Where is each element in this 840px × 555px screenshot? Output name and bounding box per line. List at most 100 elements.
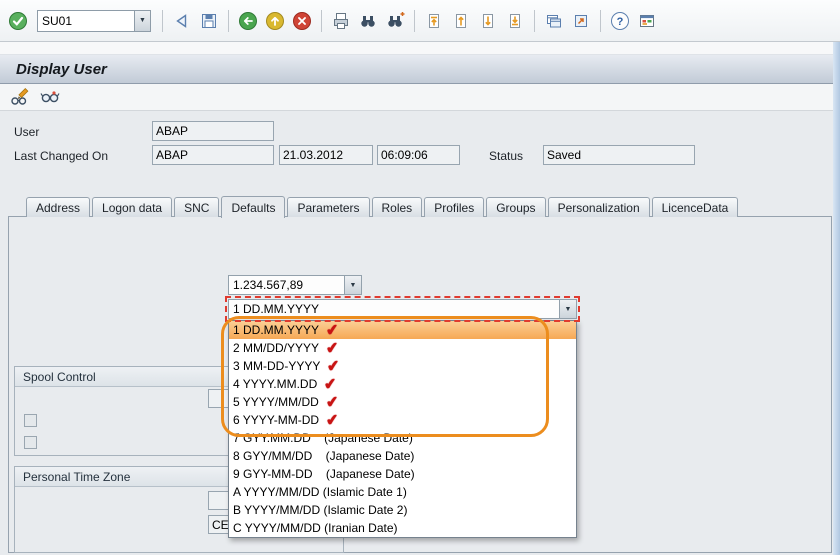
customize-layout-icon (637, 11, 657, 31)
date-format-value: 1 DD.MM.YYYY (228, 299, 559, 319)
svg-text:?: ? (617, 16, 624, 28)
find-next-button[interactable] (383, 9, 407, 33)
enter-icon (8, 11, 28, 31)
toolbar-separator (414, 10, 415, 32)
option-text: 4 YYYY.MM.DD (233, 377, 317, 391)
back-button[interactable] (236, 9, 260, 33)
help-button[interactable]: ? (608, 9, 632, 33)
date-format-combo[interactable]: 1 DD.MM.YYYY ▼ (228, 299, 577, 319)
tab-snc[interactable]: SNC (174, 197, 219, 217)
last-page-icon (505, 11, 525, 31)
toolbar-separator (321, 10, 322, 32)
page-title: Display User (16, 61, 107, 78)
command-input[interactable] (38, 11, 134, 31)
decimal-notation-combo[interactable]: 1.234.567,89 ▼ (228, 275, 362, 295)
date-format-option-3[interactable]: 3 MM-DD-YYYY✔ (229, 357, 576, 375)
print-icon (331, 11, 351, 31)
toolbar-separator (162, 10, 163, 32)
option-text: B YYYY/MM/DD (Islamic Date 2) (233, 503, 407, 517)
tab-groups[interactable]: Groups (486, 197, 545, 217)
window-gap (0, 42, 840, 54)
first-page-icon (424, 11, 444, 31)
previous-page-button[interactable] (449, 9, 473, 33)
display-change-icon (9, 87, 31, 107)
date-format-option-c[interactable]: C YYYY/MM/DD (Iranian Date) (229, 519, 576, 537)
tab-profiles[interactable]: Profiles (424, 197, 484, 217)
date-format-dropdown-button[interactable]: ▼ (559, 299, 577, 319)
exit-button[interactable] (263, 9, 287, 33)
option-text: 7 GYY.MM.DD (Japanese Date) (233, 431, 413, 445)
changed-date-field[interactable]: 21.03.2012 (279, 145, 373, 165)
status-label: Status (489, 149, 523, 163)
decimal-notation-dropdown-button[interactable]: ▼ (344, 275, 362, 295)
new-session-button[interactable] (542, 9, 566, 33)
exit-icon (265, 11, 285, 31)
tab-logon-data[interactable]: Logon data (92, 197, 172, 217)
decimal-notation-value: 1.234.567,89 (228, 275, 344, 295)
scroll-left-button[interactable] (170, 9, 194, 33)
save-button[interactable] (197, 9, 221, 33)
sap-gui-window: ▼ (0, 0, 840, 555)
last-page-button[interactable] (503, 9, 527, 33)
customize-layout-button[interactable] (635, 9, 659, 33)
option-text: 5 YYYY/MM/DD (233, 395, 319, 409)
next-page-button[interactable] (476, 9, 500, 33)
tab-personalization[interactable]: Personalization (548, 197, 650, 217)
tabstrip: Address Logon data SNC Defaults Paramete… (26, 195, 740, 217)
tab-roles[interactable]: Roles (372, 197, 423, 217)
red-checkmark-annotation: ✔ (325, 322, 339, 338)
command-dropdown-button[interactable]: ▼ (134, 11, 150, 31)
changed-time-field[interactable]: 06:09:06 (377, 145, 460, 165)
option-text: 3 MM-DD-YYYY (233, 359, 320, 373)
enter-button[interactable] (6, 9, 30, 33)
date-format-option-a[interactable]: A YYYY/MM/DD (Islamic Date 1) (229, 483, 576, 501)
tab-address[interactable]: Address (26, 197, 90, 217)
status-field: Saved (543, 145, 695, 165)
command-field: ▼ (37, 10, 151, 32)
back-triangle-icon (172, 11, 192, 31)
option-text: 6 YYYY-MM-DD (233, 413, 319, 427)
date-format-dropdown-list: 1 DD.MM.YYYY✔ 2 MM/DD/YYYY✔ 3 MM-DD-YYYY… (228, 320, 577, 538)
next-page-icon (478, 11, 498, 31)
date-format-option-7[interactable]: 7 GYY.MM.DD (Japanese Date) (229, 429, 576, 447)
date-format-option-4[interactable]: 4 YYYY.MM.DD✔ (229, 375, 576, 393)
display-change-button[interactable] (8, 85, 32, 109)
find-button[interactable] (356, 9, 380, 33)
glasses-button[interactable] (38, 85, 62, 109)
last-changed-label: Last Changed On (14, 149, 108, 163)
red-checkmark-annotation: ✔ (325, 340, 339, 356)
create-shortcut-icon (571, 11, 591, 31)
delete-after-output-checkbox (24, 436, 37, 449)
date-format-option-b[interactable]: B YYYY/MM/DD (Islamic Date 2) (229, 501, 576, 519)
cancel-button[interactable] (290, 9, 314, 33)
toolbar-separator (600, 10, 601, 32)
title-bar: Display User (0, 54, 840, 84)
first-page-button[interactable] (422, 9, 446, 33)
application-toolbar (0, 84, 840, 111)
tab-parameters[interactable]: Parameters (287, 197, 369, 217)
new-session-icon (544, 11, 564, 31)
create-shortcut-button[interactable] (569, 9, 593, 33)
find-next-icon (385, 11, 405, 31)
save-icon (199, 11, 219, 31)
date-format-option-5[interactable]: 5 YYYY/MM/DD ✔ (229, 393, 576, 411)
user-field[interactable]: ABAP (152, 121, 274, 141)
date-format-option-1[interactable]: 1 DD.MM.YYYY✔ (229, 321, 576, 339)
print-button[interactable] (329, 9, 353, 33)
option-text: A YYYY/MM/DD (Islamic Date 1) (233, 485, 407, 499)
standard-toolbar: ▼ (0, 0, 840, 42)
user-label: User (14, 125, 39, 139)
help-icon: ? (610, 11, 630, 31)
date-format-option-8[interactable]: 8 GYY/MM/DD (Japanese Date) (229, 447, 576, 465)
date-format-option-9[interactable]: 9 GYY-MM-DD (Japanese Date) (229, 465, 576, 483)
red-checkmark-annotation: ✔ (325, 394, 339, 410)
cancel-icon (292, 11, 312, 31)
date-format-option-6[interactable]: 6 YYYY-MM-DD ✔ (229, 411, 576, 429)
date-format-option-2[interactable]: 2 MM/DD/YYYY✔ (229, 339, 576, 357)
tab-licencedata[interactable]: LicenceData (652, 197, 739, 217)
changed-by-field[interactable]: ABAP (152, 145, 274, 165)
tab-defaults[interactable]: Defaults (221, 196, 285, 218)
back-icon (238, 11, 258, 31)
option-text: 9 GYY-MM-DD (Japanese Date) (233, 467, 415, 481)
red-checkmark-annotation: ✔ (325, 412, 339, 428)
